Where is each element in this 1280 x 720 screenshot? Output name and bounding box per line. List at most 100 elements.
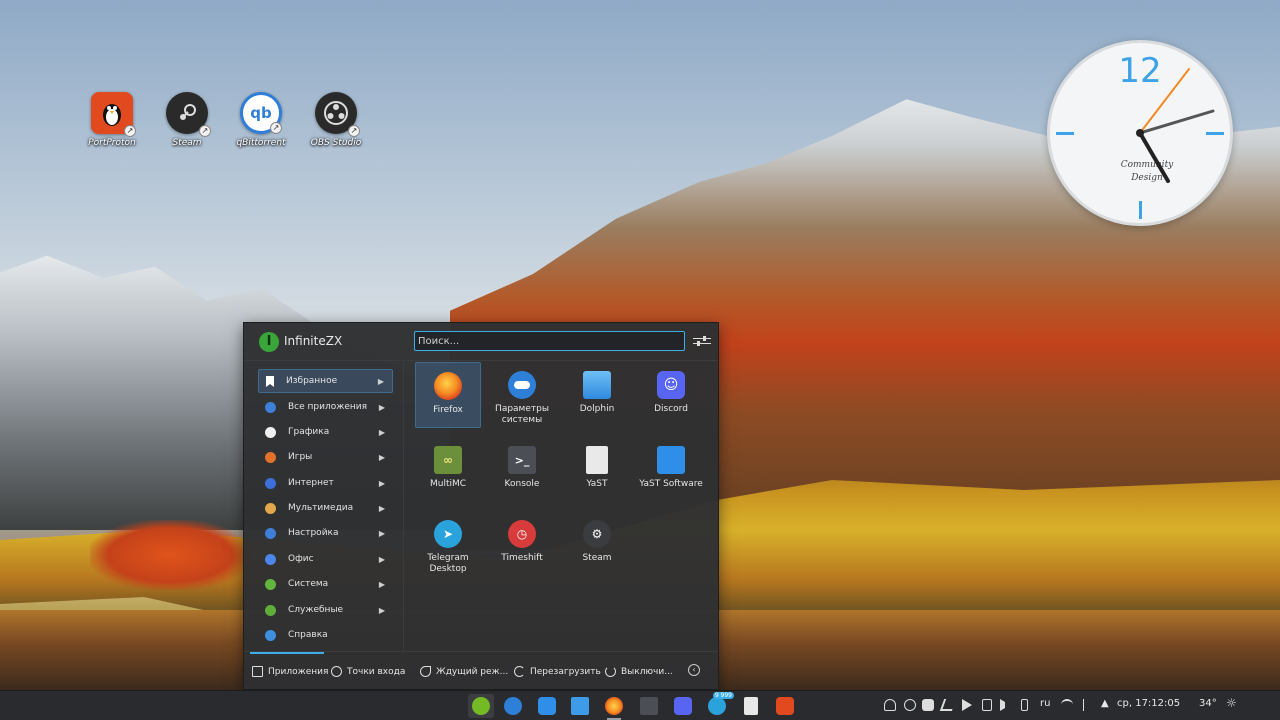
launcher-header: I InfiniteZX [244, 323, 718, 361]
chevron-left-icon[interactable]: ‹ [688, 664, 700, 676]
app-steam[interactable]: ⚙ Steam [564, 511, 630, 577]
moon-icon [420, 666, 431, 677]
category-games[interactable]: Игры ▶ [258, 445, 393, 469]
bag-icon [657, 446, 685, 474]
app-yast[interactable]: YaST [564, 437, 630, 503]
graphics-icon [265, 426, 276, 438]
usb-icon[interactable] [1021, 699, 1028, 711]
category-list: Избранное ▶ Все приложения ▶ Графика ▶ И… [244, 361, 404, 651]
taskbar-firefox[interactable] [601, 694, 627, 720]
app-discord[interactable]: ☺ Discord [638, 362, 704, 428]
second-hand [1139, 68, 1190, 134]
desktop-icon-portproton[interactable]: ↗ PortProton [74, 92, 150, 148]
app-label: MultiMC [429, 479, 467, 489]
desktop-icon-steam[interactable]: ↗ Steam [149, 92, 225, 148]
tab-applications[interactable]: Приложения [252, 666, 328, 677]
app-dolphin[interactable]: Dolphin [564, 362, 630, 428]
media-play-icon[interactable] [904, 699, 916, 711]
chevron-right-icon: ▶ [378, 579, 385, 589]
wifi-icon[interactable] [1061, 699, 1073, 711]
restart-button[interactable]: Перезагрузить [514, 666, 601, 677]
discord-tray-icon[interactable] [922, 699, 934, 711]
sleep-button[interactable]: Ждущий реж... [420, 666, 508, 677]
application-launcher: I InfiniteZX Избранное ▶ Все приложения … [243, 322, 719, 690]
category-help[interactable]: Справка [258, 623, 393, 647]
desktop-icon-qbittorrent[interactable]: qb ↗ qBittorrent [223, 92, 299, 148]
chevron-right-icon: ▶ [378, 605, 385, 615]
minute-hand [1138, 109, 1215, 135]
app-label: Параметры системы [495, 404, 549, 425]
search-input[interactable] [414, 331, 685, 351]
apps-grid-icon [265, 401, 276, 413]
taskbar-portproton[interactable] [772, 694, 798, 718]
category-label: Система [288, 579, 329, 589]
compass-icon [331, 666, 342, 677]
category-multimedia[interactable]: Мультимедиа ▶ [258, 496, 393, 520]
notifications-icon[interactable] [884, 699, 896, 711]
taskbar-notes[interactable] [738, 694, 764, 718]
help-icon [265, 629, 276, 641]
taskbar-discord[interactable] [670, 694, 696, 718]
keyboard-layout[interactable]: ru [1040, 698, 1050, 709]
utilities-icon [265, 604, 276, 616]
taskbar-opensuse-launcher[interactable] [468, 694, 494, 718]
desktop-icon-obs[interactable]: ↗ OBS Studio [298, 92, 374, 148]
telegram-icon: ➤ [434, 520, 462, 548]
clock-hands [1136, 68, 1215, 183]
app-label: Discord [654, 404, 688, 414]
app-telegram[interactable]: ➤ Telegram Desktop [415, 511, 481, 577]
taskbar-dolphin[interactable] [567, 694, 593, 718]
chevron-right-icon: ▶ [378, 554, 385, 564]
category-internet[interactable]: Интернет ▶ [258, 471, 393, 495]
taskbar-discover[interactable] [534, 694, 560, 718]
category-office[interactable]: Офис ▶ [258, 547, 393, 571]
firefox-icon [605, 697, 623, 715]
multimc-icon: ∞ [434, 446, 462, 474]
volume-icon[interactable] [1000, 699, 1005, 711]
app-firefox[interactable]: Firefox [415, 362, 481, 428]
category-graphics[interactable]: Графика ▶ [258, 420, 393, 444]
konsole-icon [640, 697, 658, 715]
tab-places[interactable]: Точки входа [331, 666, 405, 677]
folder-icon [583, 371, 611, 399]
chevron-right-icon: ▶ [377, 376, 384, 386]
analog-clock-widget[interactable]: 12 Community Design [1047, 40, 1233, 226]
taskbar-system-settings[interactable] [500, 694, 526, 718]
category-label: Служебные [288, 605, 344, 615]
app-timeshift[interactable]: ◷ Timeshift [489, 511, 555, 577]
category-settings[interactable]: Настройка ▶ [258, 521, 393, 545]
category-system[interactable]: Система ▶ [258, 572, 393, 596]
penguin-icon: ↗ [91, 92, 136, 137]
app-system-settings[interactable]: Параметры системы [489, 362, 555, 428]
shutdown-label: Выключи... [621, 666, 673, 677]
chevron-right-icon: ▶ [378, 402, 385, 412]
taskbar-konsole[interactable] [636, 694, 662, 718]
settings-icon [504, 697, 522, 715]
category-utilities[interactable]: Служебные ▶ [258, 598, 393, 622]
chevron-up-icon[interactable]: ▲ [1101, 698, 1109, 709]
configure-icon[interactable] [693, 332, 711, 350]
avatar[interactable]: I [259, 332, 279, 352]
category-all-apps[interactable]: Все приложения ▶ [258, 395, 393, 419]
shutdown-button[interactable]: Выключи... [605, 666, 673, 677]
app-label: YaST [586, 479, 608, 489]
telegram-tray-icon[interactable] [962, 699, 972, 711]
clipboard-icon[interactable] [982, 699, 992, 711]
weather-temperature[interactable]: 34° [1199, 698, 1217, 709]
app-label: Steam [582, 553, 612, 563]
discover-icon [538, 697, 556, 715]
bluetooth-icon[interactable] [1083, 699, 1089, 711]
settings-icon [265, 527, 276, 539]
steam-tray-icon[interactable] [939, 699, 957, 711]
category-favorites[interactable]: Избранное ▶ [258, 369, 393, 393]
app-konsole[interactable]: >_ Konsole [489, 437, 555, 503]
chevron-right-icon: ▶ [378, 452, 385, 462]
desktop-icon-label: OBS Studio [310, 138, 362, 148]
taskbar-telegram[interactable]: 9 999 [704, 692, 734, 718]
clock-datetime[interactable]: ср, 17:12:05 [1117, 698, 1180, 709]
sleep-label: Ждущий реж... [436, 666, 509, 677]
app-yast-software[interactable]: YaST Software [638, 437, 704, 503]
telegram-icon [708, 697, 726, 715]
discord-icon: ☺ [657, 371, 685, 399]
app-multimc[interactable]: ∞ MultiMC [415, 437, 481, 503]
